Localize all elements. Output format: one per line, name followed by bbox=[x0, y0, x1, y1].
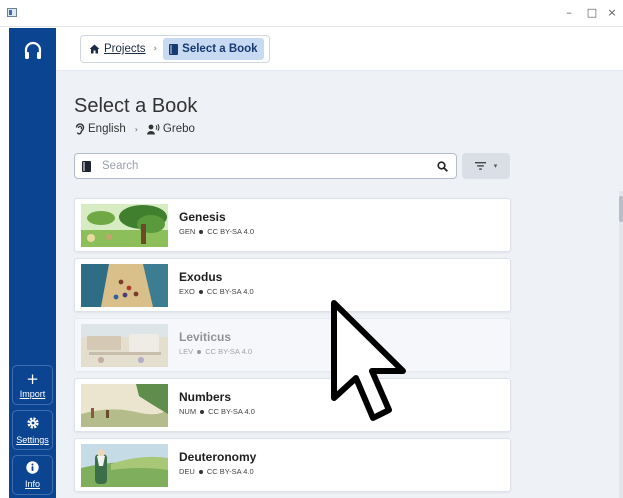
info-label: Info bbox=[24, 479, 40, 489]
app-icon bbox=[7, 8, 17, 17]
book-name: Leviticus bbox=[179, 330, 232, 344]
separator-dot bbox=[198, 469, 203, 474]
scrollbar-thumb[interactable] bbox=[619, 196, 623, 222]
book-license: CC BY-SA 4.0 bbox=[207, 227, 255, 236]
separator-dot bbox=[199, 229, 204, 234]
book-license: CC BY-SA 4.0 bbox=[206, 467, 254, 476]
book-license: CC BY-SA 4.0 bbox=[205, 347, 253, 356]
gear-icon bbox=[26, 416, 40, 433]
main-content: Select a Book English › Grebo Search ▾ G… bbox=[56, 71, 623, 498]
book-card-leviticus[interactable]: Leviticus LEV CC BY-SA 4.0 bbox=[74, 318, 511, 372]
filter-dropdown-button[interactable]: ▾ bbox=[462, 153, 510, 179]
book-card-exodus[interactable]: Exodus EXO CC BY-SA 4.0 bbox=[74, 258, 511, 312]
book-icon bbox=[169, 43, 179, 55]
settings-button[interactable]: Settings bbox=[12, 410, 53, 450]
book-icon bbox=[82, 160, 91, 172]
window-titlebar: – □ × bbox=[0, 0, 623, 27]
breadcrumb-current-label: Select a Book bbox=[182, 43, 258, 55]
breadcrumb-projects[interactable]: Projects bbox=[87, 43, 148, 55]
book-code: DEU bbox=[179, 467, 195, 476]
separator-dot bbox=[197, 349, 202, 354]
search-input[interactable] bbox=[100, 159, 437, 173]
plus-icon: + bbox=[26, 370, 39, 388]
book-meta: NUM CC BY-SA 4.0 bbox=[179, 407, 255, 416]
home-icon bbox=[89, 44, 100, 54]
book-meta: GEN CC BY-SA 4.0 bbox=[179, 227, 254, 236]
search-icon[interactable] bbox=[437, 160, 448, 172]
separator-dot bbox=[198, 289, 203, 294]
breadcrumb: Projects › Select a Book bbox=[80, 35, 270, 63]
book-license: CC BY-SA 4.0 bbox=[206, 287, 254, 296]
book-name: Numbers bbox=[179, 390, 232, 404]
close-button[interactable]: × bbox=[604, 6, 620, 20]
breadcrumb-current: Select a Book bbox=[163, 38, 264, 60]
book-thumbnail bbox=[81, 444, 168, 487]
book-meta: EXO CC BY-SA 4.0 bbox=[179, 287, 254, 296]
info-button[interactable]: Info bbox=[12, 455, 53, 495]
book-card-genesis[interactable]: Genesis GEN CC BY-SA 4.0 bbox=[74, 198, 511, 252]
headphones-icon[interactable] bbox=[9, 36, 56, 66]
search-box bbox=[74, 153, 457, 179]
book-meta: LEV CC BY-SA 4.0 bbox=[179, 347, 252, 356]
header: Projects › Select a Book bbox=[56, 28, 623, 71]
maximize-button[interactable]: □ bbox=[584, 6, 600, 20]
book-code: NUM bbox=[179, 407, 197, 416]
filter-icon bbox=[474, 162, 486, 170]
book-code: GEN bbox=[179, 227, 196, 236]
sidebar: + Import Settings Info bbox=[9, 28, 56, 498]
language-separator: › bbox=[134, 124, 138, 134]
scrollbar[interactable] bbox=[619, 191, 623, 498]
separator-dot bbox=[200, 409, 205, 414]
book-card-deuteronomy[interactable]: Deuteronomy DEU CC BY-SA 4.0 bbox=[74, 438, 511, 492]
book-name: Exodus bbox=[179, 270, 223, 284]
source-language: English bbox=[88, 123, 126, 135]
page-title: Select a Book bbox=[74, 95, 198, 117]
import-button[interactable]: + Import bbox=[12, 365, 53, 405]
book-thumbnail bbox=[81, 204, 168, 247]
settings-label: Settings bbox=[16, 434, 49, 445]
target-language: Grebo bbox=[162, 123, 195, 135]
book-name: Genesis bbox=[179, 210, 226, 224]
language-row: English › Grebo bbox=[74, 123, 195, 135]
book-code: LEV bbox=[179, 347, 194, 356]
book-thumbnail bbox=[81, 384, 168, 427]
minimize-button[interactable]: – bbox=[561, 6, 577, 20]
ear-icon bbox=[74, 123, 85, 135]
book-thumbnail bbox=[81, 324, 168, 367]
book-card-numbers[interactable]: Numbers NUM CC BY-SA 4.0 bbox=[74, 378, 511, 432]
book-code: EXO bbox=[179, 287, 195, 296]
book-license: CC BY-SA 4.0 bbox=[208, 407, 255, 416]
speaker-icon bbox=[146, 123, 160, 135]
info-icon bbox=[26, 461, 39, 477]
book-thumbnail bbox=[81, 264, 168, 307]
import-label: Import bbox=[19, 389, 46, 399]
breadcrumb-separator: › bbox=[153, 44, 158, 54]
breadcrumb-projects-label: Projects bbox=[104, 43, 146, 55]
chevron-down-icon: ▾ bbox=[493, 162, 498, 170]
book-name: Deuteronomy bbox=[179, 450, 257, 464]
mouse-pointer-icon bbox=[331, 300, 415, 426]
book-meta: DEU CC BY-SA 4.0 bbox=[179, 467, 254, 476]
